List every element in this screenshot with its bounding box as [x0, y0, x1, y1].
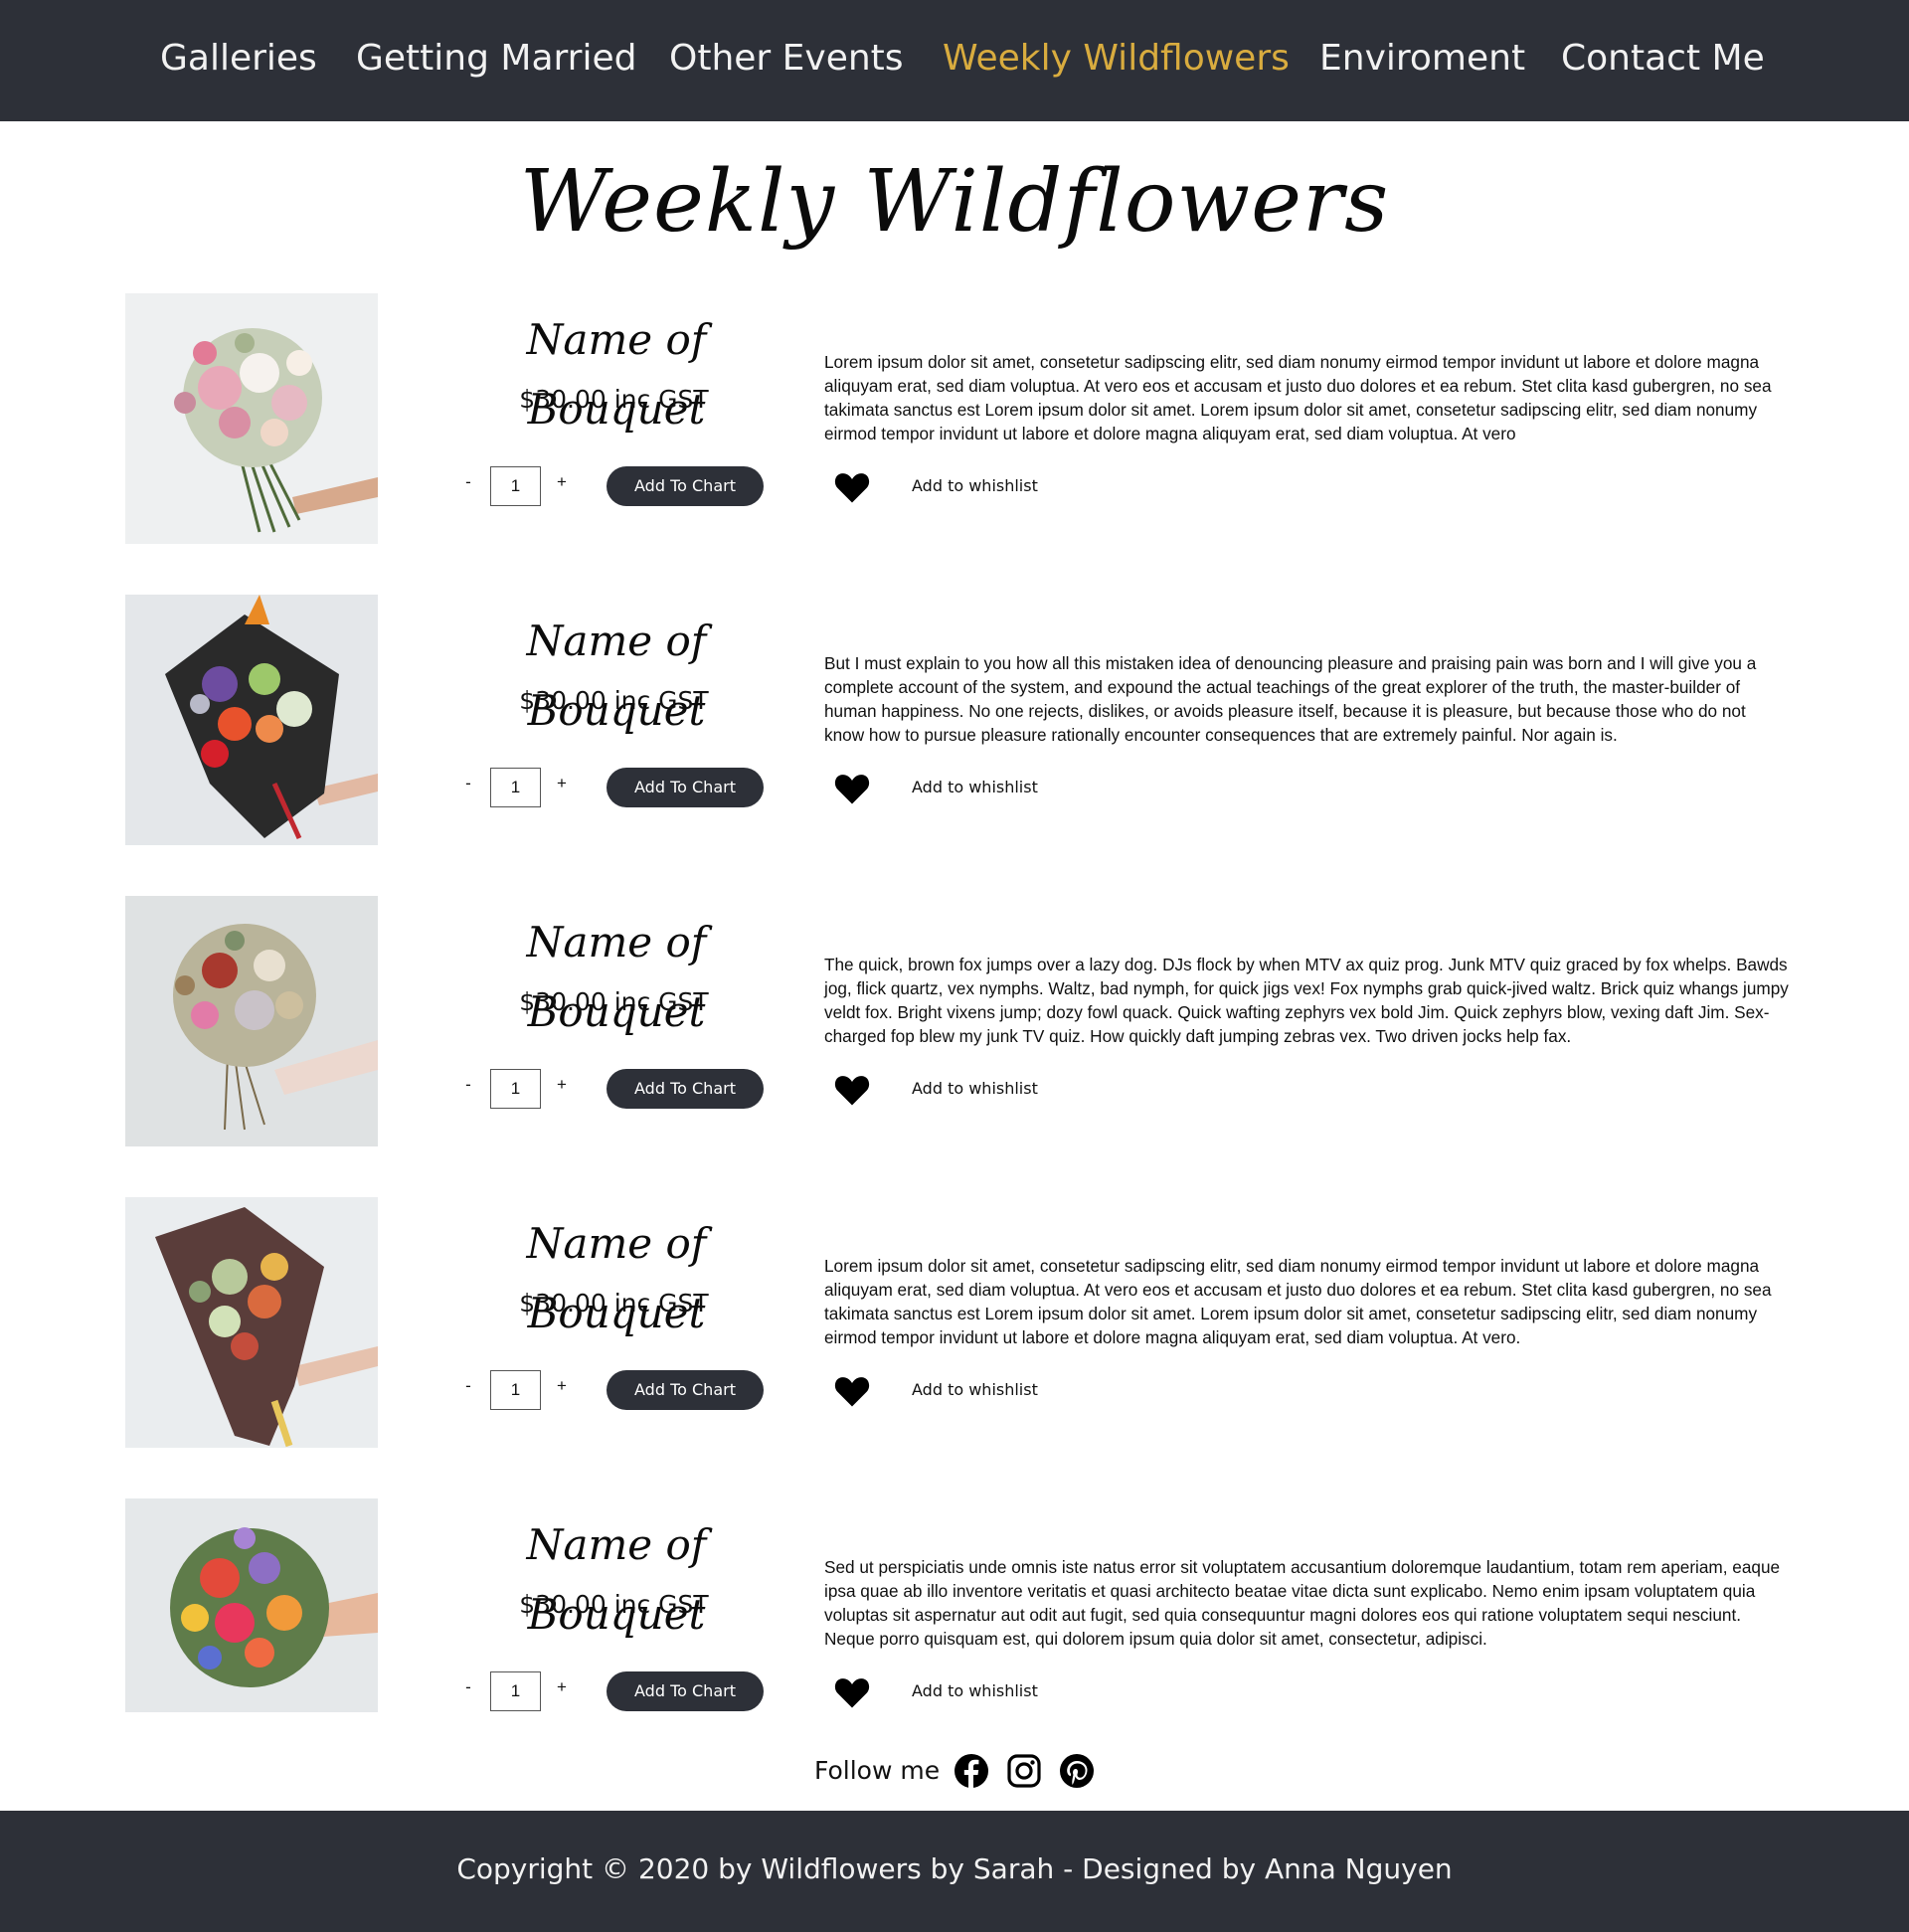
heart-icon[interactable] [833, 470, 871, 504]
top-nav: Galleries Getting Married Other Events W… [0, 0, 1909, 121]
quantity-increase-button[interactable]: + [552, 774, 572, 793]
nav-item-other-events[interactable]: Other Events [669, 38, 904, 79]
follow-me-label: Follow me [814, 1756, 941, 1785]
bouquet-price: $30.00 inc GST [519, 987, 709, 1016]
nav-item-enviroment[interactable]: Enviroment [1319, 38, 1525, 79]
bouquet-price: $30.00 inc GST [519, 385, 709, 414]
bouquet-description: Lorem ipsum dolor sit amet, consetetur s… [824, 1256, 1772, 1347]
add-to-cart-button[interactable]: Add To Chart [607, 1069, 764, 1109]
pinterest-icon[interactable] [1059, 1753, 1095, 1789]
bouquet-price: $30.00 inc GST [519, 686, 709, 715]
bouquet-photo [125, 293, 378, 544]
add-to-cart-button[interactable]: Add To Chart [607, 466, 764, 506]
quantity-decrease-button[interactable]: - [458, 1075, 478, 1095]
product-card: Name of Bouquet $30.00 inc GST - + Add T… [0, 896, 1909, 1154]
quantity-input[interactable] [490, 1671, 541, 1711]
add-to-wishlist-link[interactable]: Add to whishlist [912, 476, 1038, 495]
add-to-wishlist-link[interactable]: Add to whishlist [912, 1380, 1038, 1399]
instagram-icon[interactable] [1006, 1753, 1042, 1789]
heart-icon[interactable] [833, 1073, 871, 1107]
page-title: Weekly Wildflowers [519, 152, 1390, 252]
bouquet-description: The quick, brown fox jumps over a lazy d… [824, 955, 1789, 1046]
heart-icon[interactable] [833, 772, 871, 805]
heart-icon[interactable] [833, 1374, 871, 1408]
quantity-increase-button[interactable]: + [552, 472, 572, 492]
heart-icon[interactable] [833, 1675, 871, 1709]
bouquet-name: Name of Bouquet [526, 918, 707, 1036]
quantity-input[interactable] [490, 466, 541, 506]
add-to-cart-button[interactable]: Add To Chart [607, 768, 764, 807]
product-card: Name of Bouquet $30.00 inc GST - + Add T… [0, 595, 1909, 853]
product-card: Name of Bouquet $30.00 inc GST - + Add T… [0, 1498, 1909, 1757]
nav-item-getting-married[interactable]: Getting Married [356, 38, 636, 79]
add-to-cart-button[interactable]: Add To Chart [607, 1370, 764, 1410]
footer: Copyright © 2020 by Wildflowers by Sarah… [0, 1811, 1909, 1932]
bouquet-price: $30.00 inc GST [519, 1590, 709, 1619]
quantity-input[interactable] [490, 1370, 541, 1410]
quantity-increase-button[interactable]: + [552, 1376, 572, 1396]
quantity-increase-button[interactable]: + [552, 1075, 572, 1095]
facebook-icon[interactable] [954, 1753, 989, 1789]
bouquet-name: Name of Bouquet [526, 616, 707, 735]
nav-item-weekly-wildflowers[interactable]: Weekly Wildflowers [943, 38, 1290, 79]
bouquet-photo [125, 896, 378, 1146]
bouquet-photo [125, 1197, 378, 1448]
quantity-input[interactable] [490, 768, 541, 807]
bouquet-price: $30.00 inc GST [519, 1289, 709, 1317]
copyright-text: Copyright © 2020 by Wildflowers by Sarah… [456, 1852, 1453, 1885]
quantity-decrease-button[interactable]: - [458, 1376, 478, 1396]
quantity-decrease-button[interactable]: - [458, 774, 478, 793]
bouquet-description: But I must explain to you how all this m… [824, 653, 1757, 745]
quantity-decrease-button[interactable]: - [458, 472, 478, 492]
bouquet-photo [125, 595, 378, 845]
quantity-input[interactable] [490, 1069, 541, 1109]
add-to-wishlist-link[interactable]: Add to whishlist [912, 1079, 1038, 1098]
bouquet-description: Lorem ipsum dolor sit amet, consetetur s… [824, 352, 1772, 443]
bouquet-photo [125, 1498, 378, 1712]
nav-item-galleries[interactable]: Galleries [160, 38, 317, 79]
add-to-wishlist-link[interactable]: Add to whishlist [912, 778, 1038, 796]
product-card: Name of Bouquet $30.00 inc GST - + Add T… [0, 293, 1909, 552]
bouquet-name: Name of Bouquet [526, 1219, 707, 1337]
bouquet-name: Name of Bouquet [526, 1520, 707, 1639]
quantity-decrease-button[interactable]: - [458, 1677, 478, 1697]
add-to-wishlist-link[interactable]: Add to whishlist [912, 1681, 1038, 1700]
add-to-cart-button[interactable]: Add To Chart [607, 1671, 764, 1711]
quantity-increase-button[interactable]: + [552, 1677, 572, 1697]
nav-item-contact-me[interactable]: Contact Me [1561, 38, 1765, 79]
bouquet-name: Name of Bouquet [526, 315, 707, 434]
bouquet-description: Sed ut perspiciatis unde omnis iste natu… [824, 1557, 1781, 1649]
product-card: Name of Bouquet $30.00 inc GST - + Add T… [0, 1197, 1909, 1456]
